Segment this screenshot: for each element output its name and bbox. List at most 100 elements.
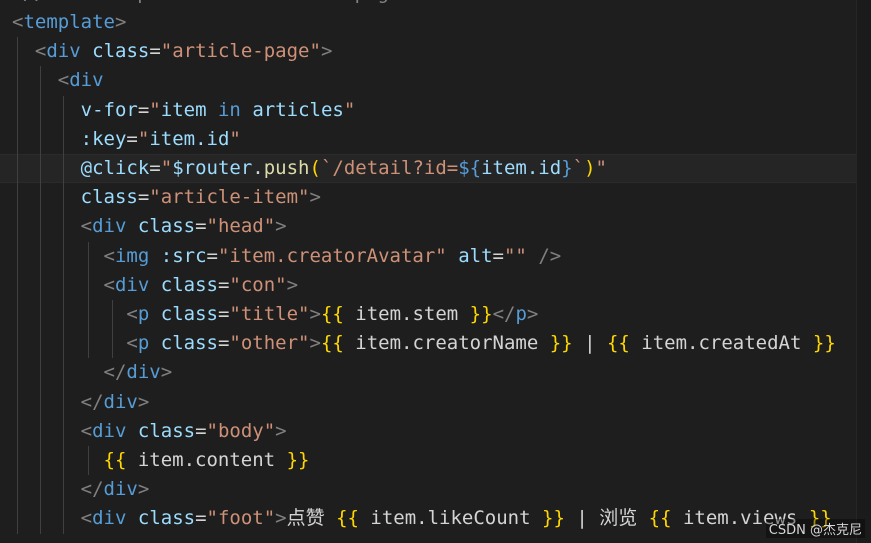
code-line[interactable]: <div [0,66,871,95]
code-line[interactable]: <img :src="item.creatorAvatar" alt="" /> [0,242,871,271]
code-token: class [137,419,196,442]
code-token: > [320,40,333,63]
code-token: "con" [229,273,287,296]
code-token: {{ [320,332,344,355]
code-editor[interactable]: // ... import ... article-page ... <temp… [0,0,871,543]
code-token: < [80,419,93,442]
code-token: class [160,273,218,296]
watermark: CSDN @杰克尼 [765,519,865,538]
code-line[interactable]: :key="item.id" [0,125,871,154]
code-token: {{ [103,449,127,471]
code-line[interactable]: </div> [0,358,871,387]
indent-guide [88,446,89,476]
code-token: div [69,69,104,92]
code-token: item.createdAt [629,332,813,355]
code-token: | [572,332,607,355]
code-token: item.id [149,127,230,150]
minimap-edge[interactable] [856,0,871,543]
code-token: /> [538,244,562,267]
code-token: < [103,244,115,267]
indent-guide [112,300,113,359]
code-token: = [206,244,218,267]
code-line[interactable]: {{ item.content }} [0,446,871,475]
code-line[interactable]: <template> [0,8,871,37]
code-line[interactable]: <div class="article-page"> [0,37,871,66]
code-token: `/detail?id= [320,157,459,179]
code-token: = [492,244,504,267]
code-token: item.id [481,157,562,179]
code-line[interactable]: </div> [0,475,871,504]
code-token: " [160,157,173,179]
code-line[interactable]: @click="$router.push(`/detail?id=${item.… [0,154,871,183]
code-token: }} [286,449,310,471]
code-token: < [80,215,93,238]
code-token: "article-page" [160,40,321,63]
code-line[interactable]: <div class="foot">点赞 {{ item.likeCount }… [0,504,871,533]
code-token: "" [503,244,527,267]
code-token: item.creatorName [343,332,550,355]
code-token: = [137,186,150,209]
code-line[interactable]: <div class="head"> [0,212,871,241]
code-token: > [114,11,127,33]
code-line[interactable]: <p class="other">{{ item.creatorName }} … [0,329,871,358]
code-token: div [114,273,150,296]
code-line[interactable]: <p class="title">{{ item.stem }}</p> [0,300,871,329]
code-token: }} [542,507,565,530]
code-token: . [252,157,264,179]
code-token: > [309,186,321,209]
code-token: class [80,186,138,209]
code-token: < [126,332,138,355]
code-token: class [160,303,218,325]
code-token: {{ [336,507,359,530]
code-token: </ [492,303,516,325]
code-token: $router [172,157,253,179]
code-token: item.stem [343,303,470,325]
code-line[interactable]: class="article-item"> [0,183,871,212]
code-token: class [92,40,150,63]
code-token: :src [160,244,207,267]
code-token: > [275,507,287,530]
indent-guide [63,95,64,534]
code-token: div [92,419,127,442]
code-token: </ [103,361,127,384]
code-token: > [137,390,150,413]
code-line[interactable]: <div class="body"> [0,417,871,446]
code-token: div [92,215,127,238]
code-token: = [195,215,207,238]
code-token: ( [309,157,321,179]
code-token: item [160,98,207,121]
code-token: push [263,157,310,179]
code-token: class [160,332,218,355]
code-token: "item.creatorAvatar" [217,244,447,267]
code-token: > [275,419,287,442]
code-token: div [103,390,138,413]
code-token: template [23,11,115,33]
code-token: in [217,98,241,121]
code-token: > [309,303,321,325]
code-token: > [137,478,150,501]
code-token: ) [584,157,596,179]
code-line[interactable]: <div class="con"> [0,271,871,300]
code-line[interactable]: </div> [0,388,871,417]
code-line[interactable]: v-for="item in articles" [0,96,871,125]
code-token: < [126,303,138,325]
indent-guide [17,37,18,534]
code-token: < [103,273,115,296]
code-token: articles [252,98,344,121]
code-token: p [137,332,150,355]
